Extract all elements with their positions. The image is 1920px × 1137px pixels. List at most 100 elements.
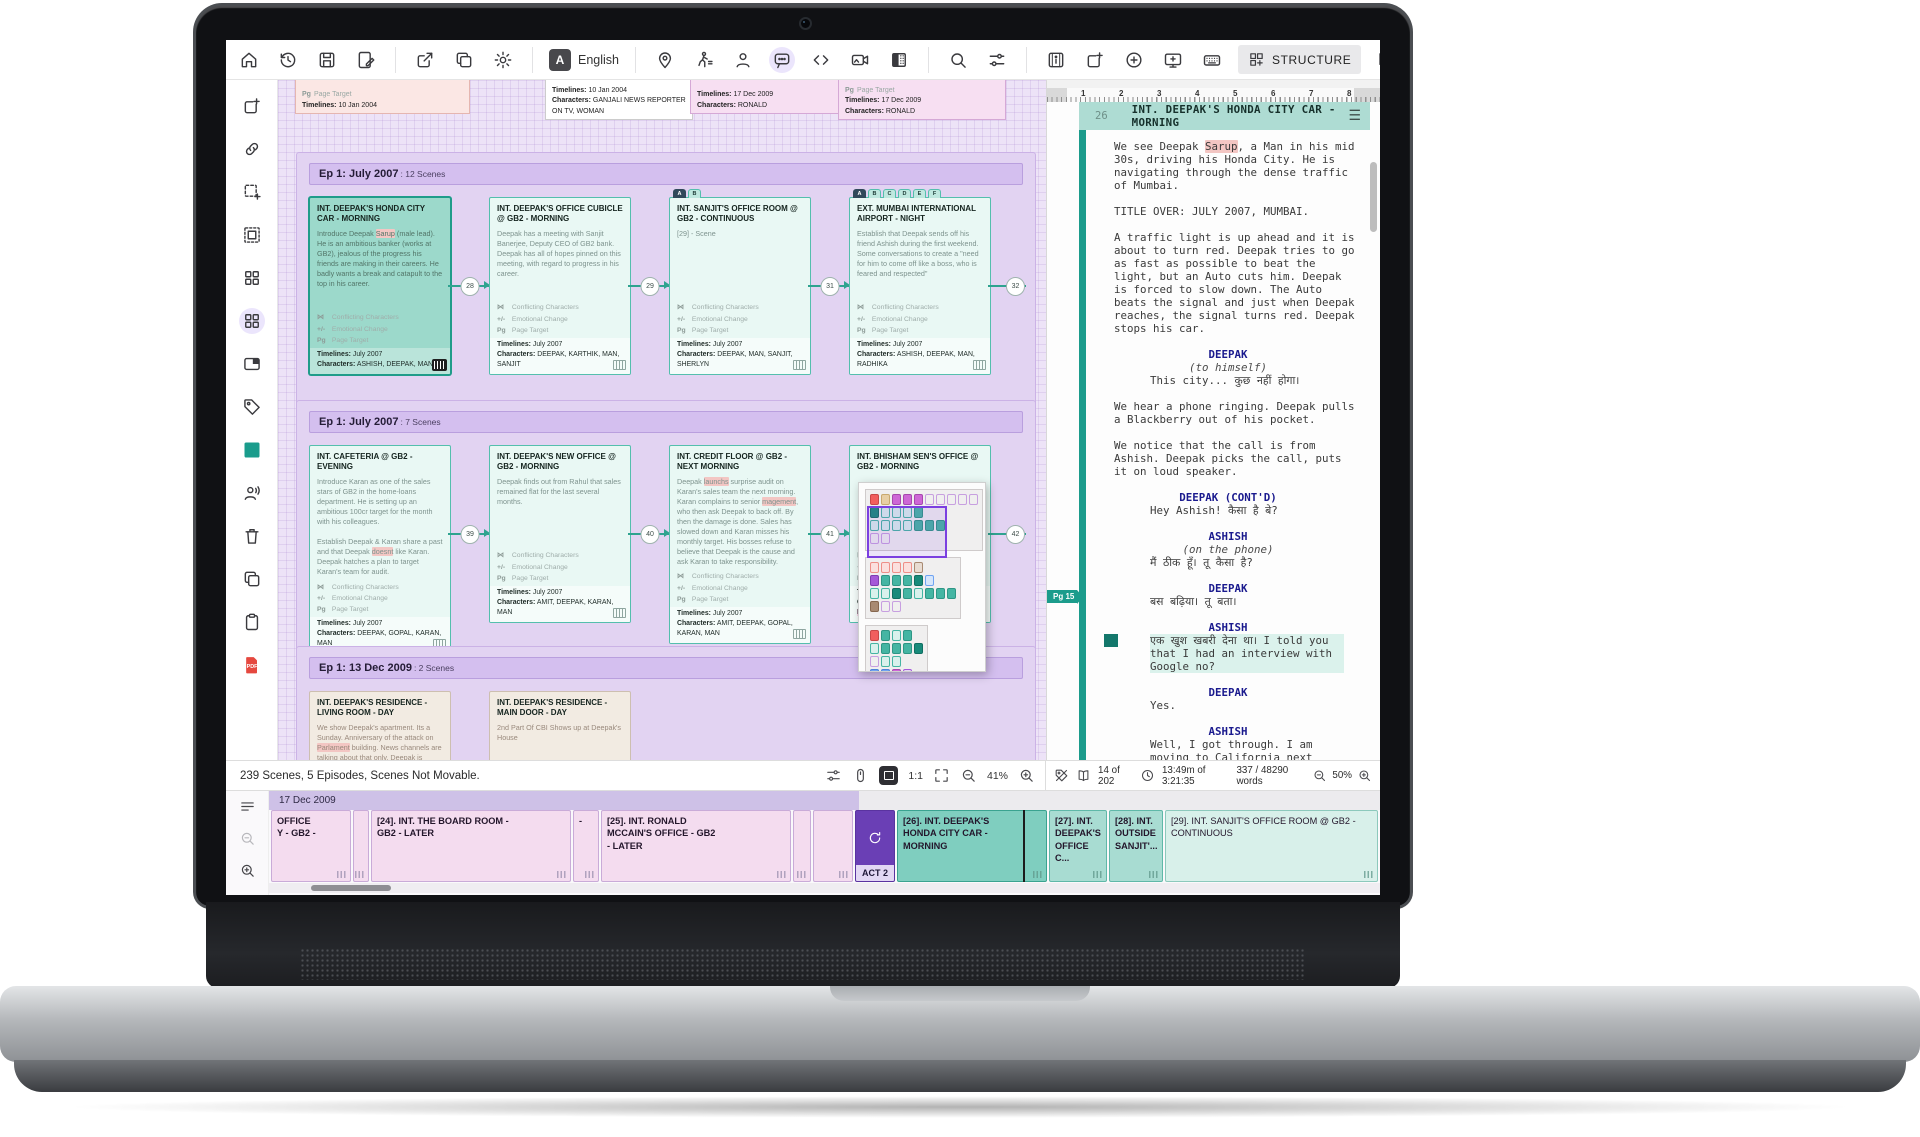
minimap-scene-chip[interactable] <box>892 656 901 667</box>
language-selector[interactable]: A English <box>549 48 619 71</box>
minimap-scene-chip[interactable] <box>870 656 879 667</box>
timeline-scene-cell[interactable] <box>813 810 853 882</box>
minimap-scene-chip[interactable] <box>881 601 890 612</box>
dialogue-button[interactable] <box>769 46 795 73</box>
scene-card[interactable]: INT. DEEPAK'S RESIDENCE - LIVING ROOM - … <box>309 691 451 760</box>
minimap-scene-chip[interactable] <box>903 562 912 573</box>
minimap-scene-chip[interactable] <box>892 630 901 641</box>
sidebar-link-button[interactable] <box>239 136 265 162</box>
minimap-scene-chip[interactable] <box>914 562 923 573</box>
minimap-scene-chip[interactable] <box>947 494 956 505</box>
connector-page-dot[interactable]: 32 <box>1006 277 1025 296</box>
scene-card[interactable]: INT. CREDIT FLOOR @ GB2 - NEXT MORNING De… <box>669 445 811 645</box>
sidebar-marquee-add-button[interactable] <box>239 179 265 205</box>
minimap-scene-chip[interactable] <box>881 588 890 599</box>
connector-page-dot[interactable]: 39 <box>460 525 480 544</box>
view-mode-toggle[interactable] <box>879 766 899 785</box>
minimap-scene-chip[interactable] <box>903 669 912 671</box>
video-button[interactable] <box>847 47 873 73</box>
episode-group-header[interactable]: Ep 1: July 2007: 12 Scenes <box>309 163 1023 185</box>
minimap-scene-chip[interactable] <box>892 669 901 671</box>
scene-card[interactable]: A B C D E F EXT. MUMBAI INTERNATIONAL AIRPORT … <box>849 189 991 375</box>
connector-page-dot[interactable]: 41 <box>820 525 840 544</box>
timeline-scene-cell[interactable]: OFFICE Y - GB2 - <box>271 810 351 882</box>
filter-icon[interactable] <box>825 767 842 784</box>
timeline-menu-icon[interactable] <box>239 798 256 815</box>
scene-card[interactable]: INT. DEEPAK'S HONDA CITY CAR - MORNING In… <box>309 197 451 375</box>
timeline-scene-cell[interactable] <box>793 810 811 882</box>
minimap-scene-chip[interactable] <box>881 575 890 586</box>
minimap-scene-chip[interactable] <box>914 588 923 599</box>
timeline-scene-cell[interactable]: ACT 2 <box>855 810 895 882</box>
timeline-zoom-out-icon[interactable] <box>239 830 256 847</box>
scene-tab[interactable]: C <box>883 189 896 198</box>
sidebar-clipboard-button[interactable] <box>239 609 265 635</box>
connector-page-dot[interactable]: 40 <box>640 525 660 544</box>
minimap-scene-chip[interactable] <box>925 575 934 586</box>
ratio-label[interactable]: 1:1 <box>908 770 923 782</box>
minimap-scene-chip[interactable] <box>881 562 890 573</box>
timeline-scene-cell[interactable]: [25]. INT. RONALD MCCAIN'S OFFICE - GB2- … <box>601 810 791 882</box>
minimap-scene-chip[interactable] <box>881 494 890 505</box>
minimap-scene-chip[interactable] <box>870 669 879 671</box>
scene-menu-icon[interactable]: ☰ <box>1348 109 1361 123</box>
minimap-scene-chip[interactable] <box>914 494 923 505</box>
display-add-button[interactable] <box>1160 47 1186 73</box>
sidebar-marquee-frame-button[interactable] <box>239 222 265 248</box>
minimap-scene-chip[interactable] <box>881 643 890 654</box>
minimap-viewport[interactable] <box>867 506 947 558</box>
connector-page-dot[interactable]: 28 <box>460 277 480 296</box>
sidebar-grid4-button[interactable] <box>239 265 265 291</box>
save-button[interactable] <box>314 47 340 73</box>
episode-group-header[interactable]: Ep 1: July 2007: 7 Scenes <box>309 411 1023 433</box>
script-zoom-out-icon[interactable] <box>1312 768 1327 783</box>
minimap-scene-chip[interactable] <box>892 601 901 612</box>
connector-page-dot[interactable]: 31 <box>820 277 840 296</box>
timeline-playhead[interactable] <box>1023 810 1025 882</box>
minimap-scene-chip[interactable] <box>892 562 901 573</box>
partial-scene-card[interactable]: Pg Page Target Timelines: 10 Jan 2004 <box>295 80 470 114</box>
zoom-in-icon[interactable] <box>1018 767 1035 784</box>
share-button[interactable] <box>412 47 438 73</box>
scene-card[interactable]: INT. CAFETERIA @ GB2 - EVENING Introduce … <box>309 445 451 655</box>
settings-button[interactable] <box>490 47 516 73</box>
timeline-scene-cell[interactable]: [28]. INT. OUTSIDE SANJIT'... <box>1109 810 1163 882</box>
minimap-popup[interactable] <box>858 482 986 672</box>
timeline-scene-cell[interactable]: [27]. INT. DEEPAK'S OFFICE C... <box>1049 810 1107 882</box>
keyboard-shortcuts-button[interactable] <box>1199 47 1225 73</box>
minimap-scene-chip[interactable] <box>903 494 912 505</box>
script-text-area[interactable]: We see Deepak Sarup, a Man in his mid 30… <box>1086 130 1370 760</box>
film-info-button[interactable] <box>1043 47 1069 73</box>
connector-page-dot[interactable]: 29 <box>640 277 660 296</box>
sidebar-voice-button[interactable] <box>239 480 265 506</box>
minimap-scene-chip[interactable] <box>870 588 879 599</box>
minimap-scene-chip[interactable] <box>881 656 890 667</box>
timeline-scene-cell[interactable]: [29]. INT. SANJIT'S OFFICE ROOM @ GB2 - … <box>1165 810 1378 882</box>
minimap-scene-chip[interactable] <box>892 643 901 654</box>
scene-tab[interactable]: D <box>898 189 911 198</box>
fit-screen-icon[interactable] <box>933 767 950 784</box>
minimap-scene-chip[interactable] <box>881 669 890 671</box>
minimap-scene-chip[interactable] <box>914 643 923 654</box>
sidebar-tag-button[interactable] <box>239 394 265 420</box>
minimap-scene-chip[interactable] <box>925 588 934 599</box>
partial-scene-card[interactable]: Pg Page Target Timelines: 17 Dec 2009 Chara… <box>838 80 1006 120</box>
minimap-scene-chip[interactable] <box>892 575 901 586</box>
scene-heading[interactable]: 26 INT. DEEPAK'S HONDA CITY CAR - MORNIN… <box>1079 102 1370 130</box>
scene-card[interactable]: INT. DEEPAK'S NEW OFFICE @ GB2 - MORNING… <box>489 445 631 623</box>
minimap-scene-chip[interactable] <box>870 494 879 505</box>
transition-button[interactable] <box>886 47 912 73</box>
scene-card[interactable]: INT. DEEPAK'S OFFICE CUBICLE @ GB2 - MOR… <box>489 197 631 375</box>
scene-card[interactable]: A B INT. SANJIT'S OFFICE ROOM @ GB2 - CONT… <box>669 189 811 375</box>
timeline-scene-cell[interactable] <box>353 810 369 882</box>
scene-tab[interactable]: A <box>673 189 686 198</box>
tag-off-icon[interactable] <box>1054 768 1069 783</box>
timeline-scene-cell[interactable]: - <box>573 810 599 882</box>
sidebar-trash-button[interactable] <box>239 523 265 549</box>
mouse-mode-icon[interactable] <box>852 767 869 784</box>
timeline-scrollbar-thumb[interactable] <box>311 885 391 891</box>
code-button[interactable] <box>808 47 834 73</box>
script-page[interactable]: 26 INT. DEEPAK'S HONDA CITY CAR - MORNIN… <box>1047 102 1380 760</box>
character-button[interactable] <box>730 47 756 73</box>
scene-tab[interactable]: B <box>868 189 881 198</box>
